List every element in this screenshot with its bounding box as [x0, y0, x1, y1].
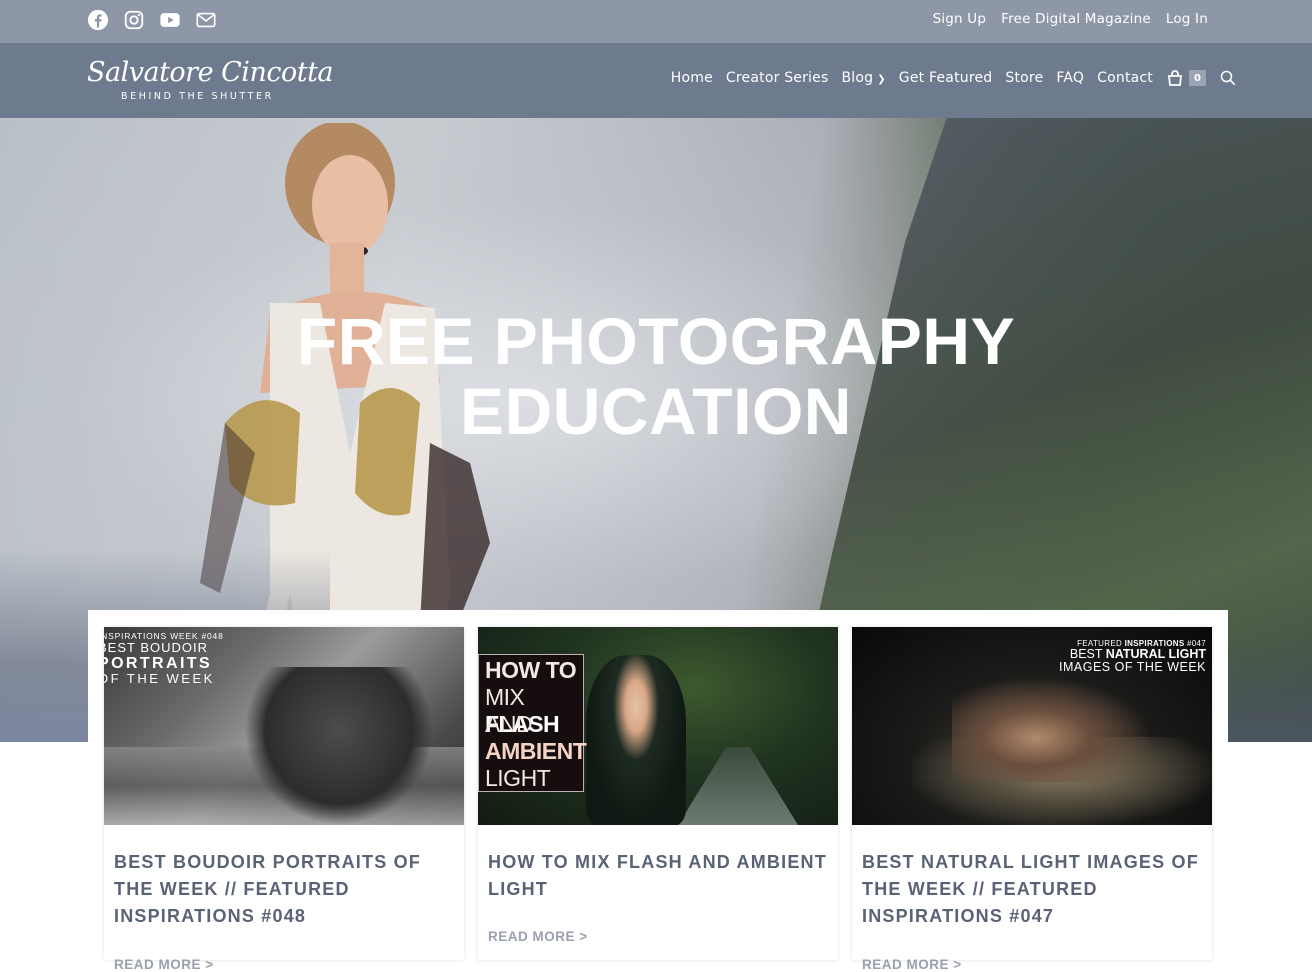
thumb-line: PORTRAITS — [104, 655, 213, 672]
thumb-couple — [244, 667, 434, 825]
post-title[interactable]: BEST BOUDOIR PORTRAITS OF THE WEEK // FE… — [114, 849, 454, 930]
search-icon[interactable] — [1220, 70, 1236, 86]
post-card[interactable]: FEATURED INSPIRATIONS #047 BEST NATURAL … — [852, 627, 1212, 972]
cart-count-badge: 0 — [1189, 70, 1206, 86]
facebook-icon[interactable] — [87, 9, 109, 31]
post-thumbnail[interactable]: INSPIRATIONS WEEK #048 BEST BOUDOIR PORT… — [104, 627, 464, 825]
nav-blog-label: Blog — [841, 70, 874, 86]
thumb-word: NATURAL LIGHT — [1105, 647, 1206, 661]
youtube-icon[interactable] — [159, 9, 181, 31]
post-thumbnail[interactable]: HOW TO MIX FLASH AND AMBIENT LIGHT — [478, 627, 838, 825]
free-magazine-link[interactable]: Free Digital Magazine — [1001, 11, 1151, 27]
bag-icon — [1167, 70, 1183, 86]
account-links: Sign Up Free Digital Magazine Log In — [933, 11, 1208, 27]
post-card[interactable]: INSPIRATIONS WEEK #048 BEST BOUDOIR PORT… — [104, 627, 464, 972]
nav-home[interactable]: Home — [671, 70, 713, 86]
thumb-model — [952, 672, 1162, 782]
instagram-icon[interactable] — [123, 9, 145, 31]
thumb-path — [678, 747, 798, 825]
read-more-link[interactable]: READ MORE > — [114, 957, 214, 972]
nav-get-featured[interactable]: Get Featured — [899, 70, 993, 86]
thumb-word: MIX — [485, 684, 525, 710]
hero-headline-line1: FREE PHOTOGRAPHY — [296, 304, 1016, 378]
thumb-caption: FEATURED INSPIRATIONS #047 BEST NATURAL … — [1059, 639, 1206, 674]
thumb-word: BEST — [1069, 647, 1103, 661]
primary-menu: Home Creator Series Blog ❯ Get Featured S… — [658, 70, 1236, 86]
read-more-link[interactable]: READ MORE > — [862, 957, 962, 972]
mail-icon[interactable] — [195, 9, 217, 31]
cart-button[interactable]: 0 — [1167, 70, 1206, 86]
thumb-line: BEST BOUDOIR — [104, 640, 209, 655]
nav-blog[interactable]: Blog ❯ — [841, 70, 885, 86]
top-bar: Sign Up Free Digital Magazine Log In — [0, 0, 1312, 43]
thumb-word: OF THE WEEK — [1114, 660, 1206, 674]
featured-posts: INSPIRATIONS WEEK #048 BEST BOUDOIR PORT… — [88, 610, 1228, 972]
post-title[interactable]: BEST NATURAL LIGHT IMAGES OF THE WEEK //… — [862, 849, 1202, 930]
log-in-link[interactable]: Log In — [1166, 11, 1208, 27]
post-card[interactable]: HOW TO MIX FLASH AND AMBIENT LIGHT HOW T… — [478, 627, 838, 960]
thumb-line: HOW TO — [485, 657, 577, 683]
post-title[interactable]: HOW TO MIX FLASH AND AMBIENT LIGHT — [488, 849, 828, 903]
sign-up-link[interactable]: Sign Up — [933, 11, 987, 27]
thumb-line: OF THE WEEK — [104, 671, 215, 686]
thumb-word: IMAGES — [1059, 660, 1111, 674]
site-logo[interactable]: Salvatore Cincotta BEHIND THE SHUTTER — [87, 57, 334, 106]
thumb-line: AMBIENT — [485, 738, 587, 764]
post-thumbnail[interactable]: FEATURED INSPIRATIONS #047 BEST NATURAL … — [852, 627, 1212, 825]
hero-headline-line2: EDUCATION — [460, 374, 852, 448]
thumb-line: AND — [485, 711, 533, 737]
thumb-caption: HOW TO MIX FLASH AND AMBIENT LIGHT — [478, 654, 587, 792]
nav-contact[interactable]: Contact — [1097, 70, 1153, 86]
logo-script: Salvatore Cincotta — [87, 57, 334, 88]
read-more-link[interactable]: READ MORE > — [488, 929, 588, 944]
thumb-line: IMAGES OF THE WEEK — [1059, 661, 1206, 674]
logo-tagline: BEHIND THE SHUTTER — [121, 91, 274, 102]
hero-headline: FREE PHOTOGRAPHY EDUCATION — [0, 306, 1312, 446]
social-links — [87, 9, 217, 31]
thumb-model — [586, 655, 686, 825]
main-navbar: Salvatore Cincotta BEHIND THE SHUTTER Ho… — [0, 43, 1312, 118]
thumb-line: LIGHT — [485, 765, 551, 791]
nav-creator-series[interactable]: Creator Series — [726, 70, 829, 86]
thumb-caption: INSPIRATIONS WEEK #048 BEST BOUDOIR PORT… — [104, 631, 224, 686]
nav-faq[interactable]: FAQ — [1056, 70, 1084, 86]
chevron-down-icon: ❯ — [877, 74, 886, 85]
nav-store[interactable]: Store — [1005, 70, 1043, 86]
